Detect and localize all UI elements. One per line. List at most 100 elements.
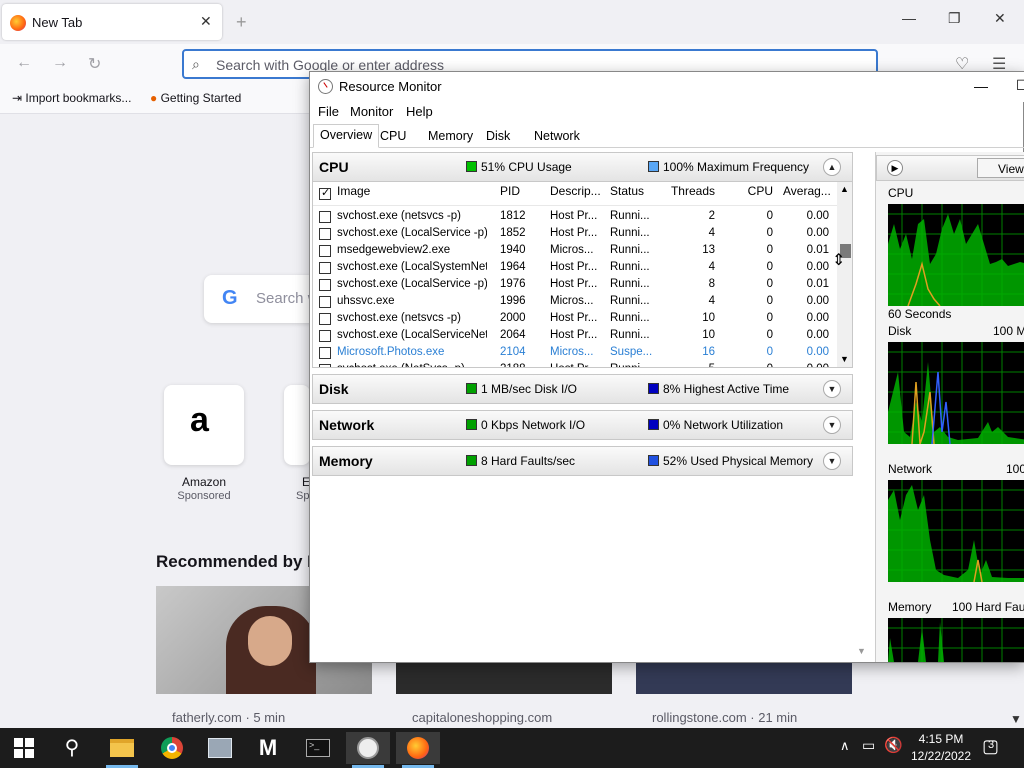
col-description[interactable]: Descrip... <box>550 184 601 198</box>
search-button[interactable]: ⚲ <box>50 732 94 764</box>
reload-icon[interactable]: ↻ <box>88 54 101 74</box>
close-window-icon[interactable]: ✕ <box>994 10 1006 27</box>
chevron-right-icon[interactable]: ▶ <box>887 160 903 176</box>
chrome-icon <box>161 737 183 759</box>
table-row[interactable]: svchost.exe (LocalService -p) 1976 Host Pr… <box>313 276 837 293</box>
minimize-icon[interactable]: — <box>902 10 916 26</box>
cell-image: svchost.exe (NetSvcs -p) <box>337 363 487 367</box>
table-row[interactable]: svchost.exe (NetSvcs -p) 2188 Host Pr... Ru… <box>313 361 837 367</box>
cell-pid: 1940 <box>500 244 526 256</box>
tab-memory[interactable]: Memory <box>422 126 479 148</box>
chevron-down-icon[interactable]: ▼ <box>823 452 841 470</box>
row-checkbox[interactable] <box>319 296 331 308</box>
table-row[interactable]: msedgewebview2.exe 1940 Micros... Runni... 1… <box>313 242 837 259</box>
table-row[interactable]: svchost.exe (LocalSystemNet... 1964 Host P… <box>313 259 837 276</box>
row-checkbox[interactable] <box>319 313 331 325</box>
new-tab-icon[interactable]: + <box>236 12 247 33</box>
disk-io-stat: 1 MB/sec Disk I/O <box>481 382 578 396</box>
notifications-button[interactable]: ▢ 3 <box>976 734 1016 762</box>
scroll-down-icon[interactable]: ▼ <box>857 646 866 656</box>
scroll-up-icon[interactable]: ▲ <box>840 184 849 194</box>
minimize-icon[interactable]: — <box>974 78 988 94</box>
chevron-down-icon[interactable]: ▼ <box>823 416 841 434</box>
views-button[interactable]: Views <box>977 158 1024 178</box>
row-checkbox[interactable] <box>319 347 331 359</box>
terminal-button[interactable]: >_ <box>296 732 340 764</box>
row-checkbox[interactable] <box>319 330 331 342</box>
cell-desc: Host Pr... <box>550 278 598 290</box>
cell-cpu: 0 <box>766 210 773 222</box>
google-search-box[interactable]: G Search w <box>204 275 324 323</box>
app-m-button[interactable]: M <box>246 732 290 764</box>
tab-disk[interactable]: Disk <box>480 126 516 148</box>
close-tab-icon[interactable]: ✕ <box>200 13 212 30</box>
chevron-up-icon[interactable]: ∧ <box>840 738 850 754</box>
disk-section-header[interactable]: Disk 1 MB/sec Disk I/O 8% Highest Active… <box>312 374 853 404</box>
network-section-header[interactable]: Network 0 Kbps Network I/O 0% Network Ut… <box>312 410 853 440</box>
resource-monitor-button[interactable] <box>346 732 390 768</box>
start-button[interactable] <box>2 732 46 764</box>
volume-muted-icon[interactable]: 🔇 <box>884 736 903 754</box>
browser-tab[interactable]: New Tab ✕ <box>2 4 222 40</box>
menu-monitor[interactable]: Monitor <box>350 104 393 119</box>
table-row[interactable]: uhssvc.exe 1996 Micros... Runni... 4 0 0.00 <box>313 293 837 310</box>
cpu-section-header[interactable]: CPU 51% CPU Usage 100% Maximum Frequency… <box>312 152 853 182</box>
menu-help[interactable]: Help <box>406 104 433 119</box>
restore-icon[interactable]: ❐ <box>948 10 961 27</box>
cell-cpu: 0 <box>733 363 773 367</box>
table-row[interactable]: svchost.exe (LocalService -p) 1852 Host Pr… <box>313 225 837 242</box>
cell-threads: 13 <box>702 244 715 256</box>
row-checkbox[interactable] <box>319 228 331 240</box>
file-explorer-button[interactable] <box>100 732 144 768</box>
table-row[interactable]: svchost.exe (netsvcs -p) 1812 Host Pr... Ru… <box>313 208 837 225</box>
tab-cpu[interactable]: CPU <box>374 126 412 148</box>
table-scrollbar[interactable]: ▲ ▼ <box>837 182 852 367</box>
row-checkbox[interactable] <box>319 245 331 257</box>
select-all-checkbox[interactable] <box>319 186 331 200</box>
cell-pid: 1852 <box>500 227 526 239</box>
col-cpu[interactable]: CPU <box>733 184 773 198</box>
cpu-usage-area <box>888 214 1024 306</box>
amazon-icon: a <box>190 401 209 439</box>
table-row[interactable]: svchost.exe (netsvcs -p) 2000 Host Pr... Ru… <box>313 310 837 327</box>
cell-avg: 0.00 <box>806 329 829 341</box>
menu-file[interactable]: File <box>318 104 339 119</box>
cell-threads: 4 <box>708 227 715 239</box>
maximize-icon[interactable]: ☐ <box>1016 77 1024 94</box>
table-row[interactable]: Microsoft.Photos.exe 2104 Micros... Suspe..… <box>313 344 837 361</box>
tab-overview[interactable]: Overview <box>313 124 380 148</box>
row-checkbox[interactable] <box>319 211 331 223</box>
chevron-up-icon[interactable]: ▲ <box>823 158 841 176</box>
network-icon[interactable]: ▭ <box>862 737 875 754</box>
app-button[interactable] <box>198 732 242 764</box>
chevron-down-icon[interactable]: ▼ <box>823 380 841 398</box>
col-average[interactable]: Averag... <box>783 184 831 198</box>
getting-started-link[interactable]: ● Getting Started <box>150 91 241 105</box>
top-site-amazon[interactable]: a <box>164 385 244 465</box>
import-bookmarks-link[interactable]: ⇥ Import bookmarks... <box>12 91 131 105</box>
table-row[interactable]: svchost.exe (LocalServiceNet... 2064 Host … <box>313 327 837 344</box>
cell-status: Suspe... <box>610 346 653 358</box>
tab-network[interactable]: Network <box>528 126 586 148</box>
col-threads[interactable]: Threads <box>669 184 715 198</box>
top-site-2[interactable] <box>284 385 310 465</box>
back-icon[interactable]: ← <box>16 54 32 72</box>
memory-section-header[interactable]: Memory 8 Hard Faults/sec 52% Used Physic… <box>312 446 853 476</box>
forward-icon[interactable]: → <box>52 54 68 72</box>
col-image[interactable]: Image <box>337 184 370 198</box>
physical-memory-stat: 52% Used Physical Memory <box>663 454 814 468</box>
clock[interactable]: 4:15 PM 12/22/2022 <box>906 731 976 765</box>
scroll-down-icon[interactable]: ▼ <box>840 354 849 364</box>
row-checkbox[interactable] <box>319 279 331 291</box>
top-site-label: Amazon <box>181 475 227 489</box>
row-checkbox[interactable] <box>319 262 331 274</box>
firefox-button[interactable] <box>396 732 440 768</box>
panel-scrollbar[interactable]: ▼ <box>853 152 871 662</box>
chrome-button[interactable] <box>150 732 194 764</box>
cell-status: Runni... <box>610 278 650 290</box>
m-app-icon: M <box>258 735 278 760</box>
tab-title: New Tab <box>32 15 83 30</box>
col-status[interactable]: Status <box>610 184 644 198</box>
row-checkbox[interactable] <box>319 364 331 367</box>
scroll-down-icon[interactable]: ▼ <box>1010 712 1022 726</box>
